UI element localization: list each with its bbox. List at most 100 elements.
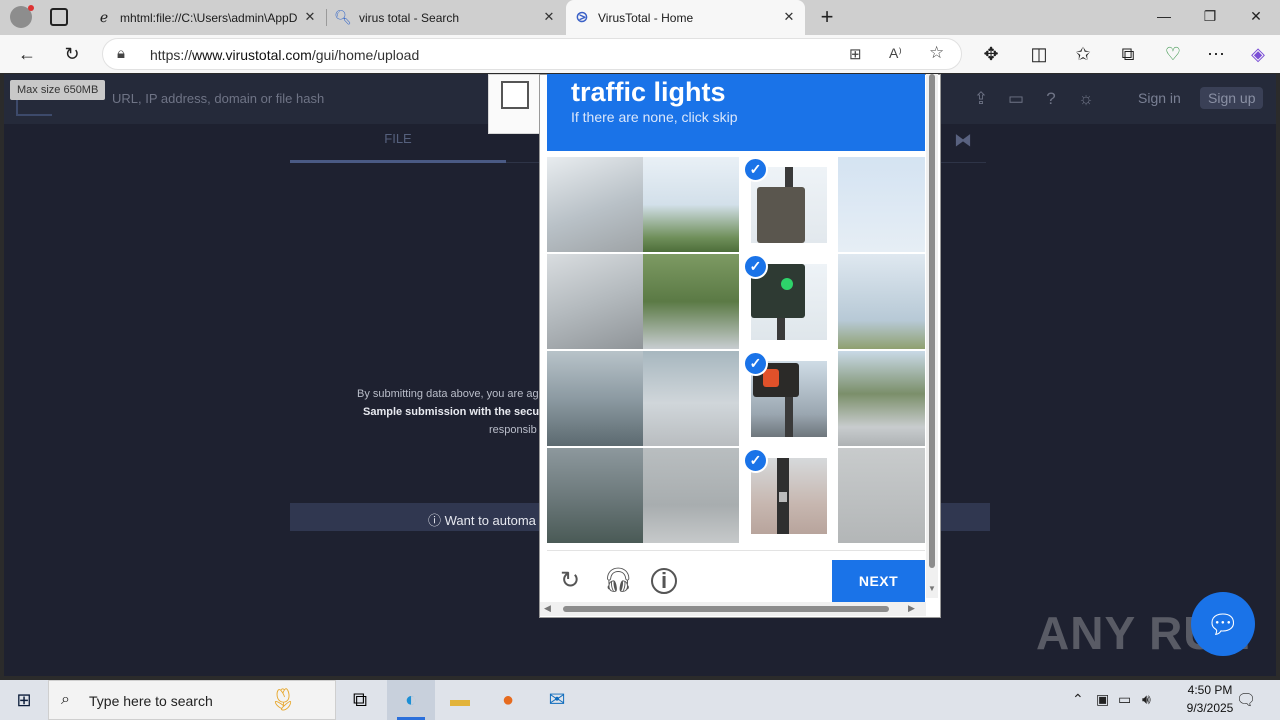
scroll-down-arrow-icon[interactable]: ▼: [928, 584, 936, 593]
horizontal-scrollbar[interactable]: ◀ ▶: [540, 602, 926, 616]
minimize-button[interactable]: —: [1141, 0, 1187, 33]
notifications-icon[interactable]: 🗨︎: [1236, 690, 1256, 710]
task-view-icon[interactable]: ⧉: [336, 680, 384, 720]
close-tab-icon[interactable]: ✕: [302, 9, 318, 25]
split-screen-icon[interactable]: ◫: [1024, 39, 1054, 69]
chat-bubble-icon[interactable]: ▭: [1005, 88, 1027, 110]
browser-toolbar: ← ↻ 🔒︎ https://www.virustotal.com/gui/ho…: [0, 35, 1280, 73]
captcha-tile[interactable]: [838, 254, 925, 349]
captcha-tile[interactable]: [838, 157, 925, 252]
url-prefix: https://: [150, 47, 193, 63]
captcha-tile[interactable]: [838, 448, 925, 543]
captcha-tile[interactable]: [547, 157, 643, 252]
new-tab-button[interactable]: +: [816, 4, 838, 30]
volume-icon[interactable]: 🔊︎: [1142, 691, 1151, 708]
reload-icon[interactable]: ↻: [555, 566, 585, 596]
refresh-button[interactable]: ↻: [57, 39, 87, 69]
copilot-icon[interactable]: ◈: [1243, 39, 1273, 69]
favorites-icon[interactable]: ✩: [1068, 39, 1098, 69]
selected-check-icon: ✓: [743, 157, 768, 182]
captcha-tile[interactable]: [643, 254, 739, 349]
edge-taskbar-icon[interactable]: ◐: [387, 680, 435, 720]
selected-check-icon: ✓: [743, 254, 768, 279]
search-icon: 🔍︎: [334, 9, 352, 25]
browser-essentials-icon[interactable]: ♡: [1158, 39, 1188, 69]
captcha-tile[interactable]: [547, 254, 643, 349]
taskbar-search-placeholder: Type here to search: [89, 693, 213, 709]
taskbar-search-box[interactable]: ⌕ Type here to search 🌷︎: [48, 680, 336, 720]
theme-sun-icon[interactable]: ☼: [1075, 88, 1097, 110]
tab-title: VirusTotal - Home: [598, 10, 694, 25]
captcha-header: traffic lights If there are none, click …: [547, 74, 925, 151]
tab-file[interactable]: FILE: [290, 124, 506, 164]
app-available-icon[interactable]: ⊞: [849, 45, 862, 63]
terms-text: By submitting data above, you are ag: [357, 388, 539, 400]
tab-mhtml[interactable]: ℯ mhtml:file://C:\Users\admin\AppD ✕: [88, 0, 326, 35]
selected-check-icon: ✓: [743, 351, 768, 376]
chat-support-button[interactable]: 💬︎: [1191, 592, 1255, 656]
green-light-graphic: [781, 278, 793, 290]
info-icon[interactable]: i: [651, 568, 677, 594]
next-button[interactable]: NEXT: [832, 560, 925, 602]
close-tab-icon[interactable]: ✕: [781, 9, 797, 25]
captcha-checkbox[interactable]: [501, 81, 529, 109]
address-bar[interactable]: 🔒︎ https://www.virustotal.com/gui/home/u…: [102, 38, 962, 70]
flowers-graphic-icon: 🌷︎: [269, 687, 297, 712]
horizontal-scrollbar-thumb[interactable]: [563, 606, 889, 612]
virustotal-icon: ⧁: [576, 9, 588, 25]
vertical-scrollbar[interactable]: ▼: [926, 74, 938, 598]
browser-tab-strip: ℯ mhtml:file://C:\Users\admin\AppD ✕ 🔍︎ …: [0, 0, 1280, 35]
sign-up-button[interactable]: Sign up: [1200, 87, 1264, 109]
tab-virustotal[interactable]: ⧁ VirusTotal - Home ✕: [566, 0, 805, 35]
stop-hand-graphic: [763, 369, 779, 387]
vt-graph-icon[interactable]: ⧓: [954, 130, 972, 151]
scroll-right-arrow-icon[interactable]: ▶: [908, 603, 915, 614]
captcha-title: traffic lights: [571, 77, 726, 107]
captcha-tile[interactable]: [547, 351, 643, 446]
outlook-icon[interactable]: ✉: [533, 680, 581, 720]
collections-icon[interactable]: ⧉: [1113, 39, 1143, 69]
captcha-tile[interactable]: [643, 157, 739, 252]
captcha-tile[interactable]: [547, 448, 643, 543]
read-aloud-icon[interactable]: A⁾: [889, 45, 902, 62]
pole-graphic: [777, 318, 785, 340]
tray-chevron-icon[interactable]: ⌃: [1072, 691, 1084, 708]
close-window-button[interactable]: ✕: [1233, 0, 1279, 33]
captcha-footer-divider: [547, 550, 925, 551]
device-icon[interactable]: ▣: [1096, 691, 1109, 708]
firefox-icon[interactable]: ●: [484, 680, 532, 720]
network-icon[interactable]: ▭: [1118, 691, 1131, 708]
upload-icon[interactable]: ⇪: [970, 88, 992, 110]
profile-notification-dot: [28, 5, 34, 11]
url-path: /gui/home/upload: [311, 47, 420, 63]
restore-button[interactable]: ❐: [1187, 0, 1233, 33]
tab-actions-icon[interactable]: [50, 8, 68, 26]
scroll-left-arrow-icon[interactable]: ◀: [544, 603, 551, 614]
captcha-tile[interactable]: [643, 351, 739, 446]
lock-icon[interactable]: 🔒︎: [117, 45, 125, 62]
terms-text: responsib: [489, 424, 537, 436]
windows-start-button[interactable]: ⊞: [0, 680, 48, 720]
search-icon: ⌕: [61, 691, 70, 708]
vt-search-input[interactable]: URL, IP address, domain or file hash: [112, 91, 324, 106]
settings-more-icon[interactable]: ⋯: [1201, 39, 1231, 69]
file-explorer-icon[interactable]: ▬: [436, 680, 484, 720]
extensions-icon[interactable]: ✥: [976, 39, 1006, 69]
captcha-tile[interactable]: [838, 351, 925, 446]
tab-title: mhtml:file://C:\Users\admin\AppD: [120, 10, 298, 25]
vertical-scrollbar-thumb[interactable]: [929, 74, 935, 568]
favorite-star-icon[interactable]: ☆: [929, 43, 944, 63]
windows-taskbar: ⊞ ⌕ Type here to search 🌷︎ ⧉ ◐ ▬ ● ✉ ⌃ ▣…: [0, 680, 1280, 720]
help-icon[interactable]: ?: [1040, 88, 1062, 110]
close-tab-icon[interactable]: ✕: [541, 9, 557, 25]
back-button[interactable]: ←: [12, 39, 42, 69]
ie-icon: ℯ: [99, 9, 109, 25]
audio-headphones-icon[interactable]: 🎧︎: [603, 566, 633, 596]
automate-label: Want to automa: [444, 513, 536, 528]
sign-in-link[interactable]: Sign in: [1138, 90, 1181, 106]
selected-check-icon: ✓: [743, 448, 768, 473]
max-size-tooltip: Max size 650MB: [10, 80, 106, 100]
captcha-tile[interactable]: [643, 448, 739, 543]
tab-file-underline: [290, 160, 506, 163]
tab-search[interactable]: 🔍︎ virus total - Search ✕: [327, 0, 565, 35]
